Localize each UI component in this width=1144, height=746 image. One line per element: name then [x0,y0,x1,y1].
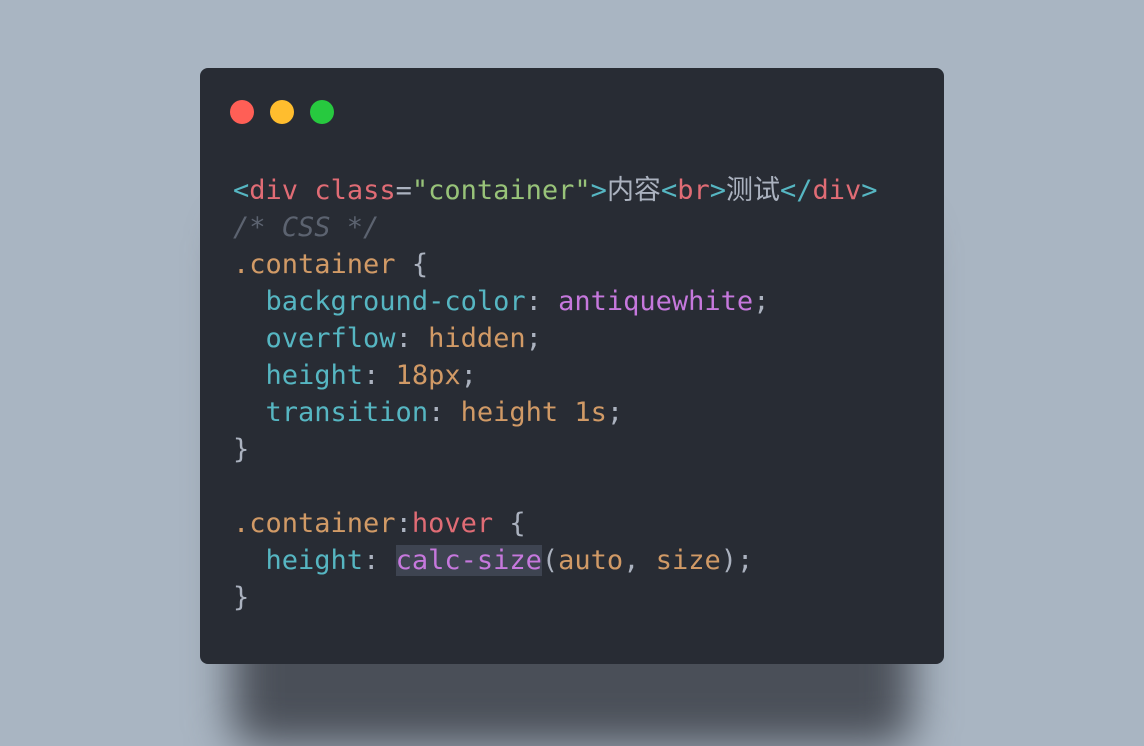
semicolon: ; [606,397,624,428]
code-line-2: /* CSS */ [233,209,878,246]
br-tag-name: br [677,175,710,206]
property-colon: : [395,323,429,354]
br-open-bracket: < [660,175,678,206]
code-block: <div class="container">内容<br>测试</div>/* … [233,172,878,616]
css-selector: .container [233,508,396,539]
paren-close: ) [720,545,737,576]
css-property: height [265,360,364,391]
css-property: background-color [265,286,526,317]
open-brace: { [493,508,526,539]
css-function: calc-size [395,545,542,576]
code-line-6: height: 18px; [233,357,878,394]
code-line-7: transition: height 1s; [233,394,878,431]
text-content-2: 测试 [725,175,780,206]
attribute-equals: = [395,175,412,206]
css-value: height 1s [460,397,607,428]
code-window: <div class="container">内容<br>测试</div>/* … [200,68,944,664]
window-controls [230,100,334,124]
css-property: transition [265,397,429,428]
semicolon: ; [525,323,542,354]
pseudo-class: hover [411,508,494,539]
property-colon: : [363,360,396,391]
css-selector: .container [233,249,396,280]
code-line-3: .container { [233,246,878,283]
attribute-value: "container" [411,175,591,206]
tag-close-bracket: > [590,175,607,206]
function-arg: size [655,545,721,576]
br-close-bracket: > [709,175,726,206]
close-brace: } [233,582,250,613]
css-property: height [265,545,364,576]
css-comment: /* CSS */ [233,212,380,243]
end-tag-open-bracket: </ [779,175,813,206]
end-tag-name: div [812,175,862,206]
text-content-1: 内容 [606,175,661,206]
semicolon: ; [460,360,477,391]
property-colon: : [525,286,559,317]
close-brace: } [233,434,250,465]
pseudo-colon: : [395,508,412,539]
semicolon: ; [737,545,754,576]
code-line-8: } [233,431,878,468]
tag-open-bracket: < [233,175,250,206]
code-line-5: overflow: hidden; [233,320,878,357]
paren-open: ( [541,545,559,576]
minimize-dot-icon[interactable] [270,100,294,124]
end-tag-close-bracket: > [861,175,878,206]
code-line-10: .container:hover { [233,505,878,542]
comma: , [623,545,656,576]
maximize-dot-icon[interactable] [310,100,334,124]
close-dot-icon[interactable] [230,100,254,124]
property-colon: : [428,397,461,428]
tag-name: div [249,175,299,206]
code-line-1: <div class="container">内容<br>测试</div> [233,172,878,209]
function-arg: auto [558,545,624,576]
code-line-12: } [233,579,878,616]
attribute-name: class [314,175,396,206]
code-line-4: background-color: antiquewhite; [233,283,878,320]
semicolon: ; [753,286,770,317]
code-line-11: height: calc-size(auto, size); [233,542,878,579]
css-value: hidden [428,323,526,354]
css-value: antiquewhite [558,286,754,317]
css-property: overflow [265,323,396,354]
css-value: 18px [395,360,461,391]
open-brace: { [395,249,429,280]
property-colon: : [363,545,396,576]
